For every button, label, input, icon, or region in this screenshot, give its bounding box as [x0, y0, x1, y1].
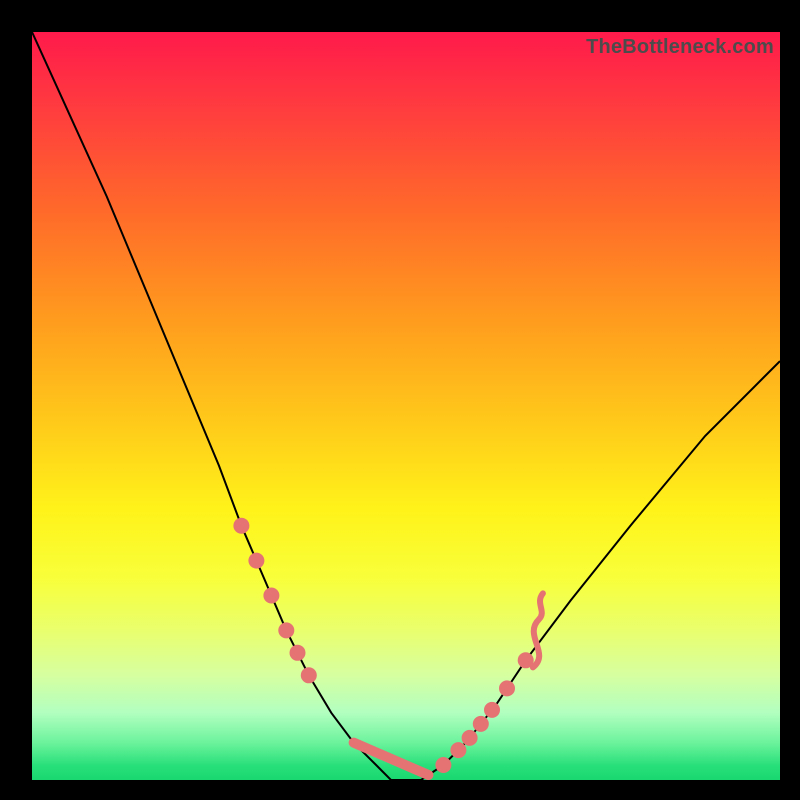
left-marker-cluster [233, 518, 316, 684]
marker-dot [301, 667, 317, 683]
marker-dot [263, 588, 279, 604]
marker-dot [435, 757, 451, 773]
chart-frame: TheBottleneck.com [0, 0, 800, 800]
bottleneck-curve [32, 32, 780, 780]
marker-dot [450, 742, 466, 758]
marker-dot [278, 622, 294, 638]
marker-dot [484, 702, 500, 718]
marker-dot [473, 716, 489, 732]
marker-dot [462, 730, 478, 746]
marker-dot [233, 518, 249, 534]
chart-svg [32, 32, 780, 780]
marker-dot [499, 680, 515, 696]
right-squiggle [533, 593, 543, 667]
marker-dot [290, 645, 306, 661]
marker-dot [248, 553, 264, 569]
marker-dot [518, 652, 534, 668]
plot-area: TheBottleneck.com [32, 32, 780, 780]
plateau-marker [354, 743, 429, 775]
